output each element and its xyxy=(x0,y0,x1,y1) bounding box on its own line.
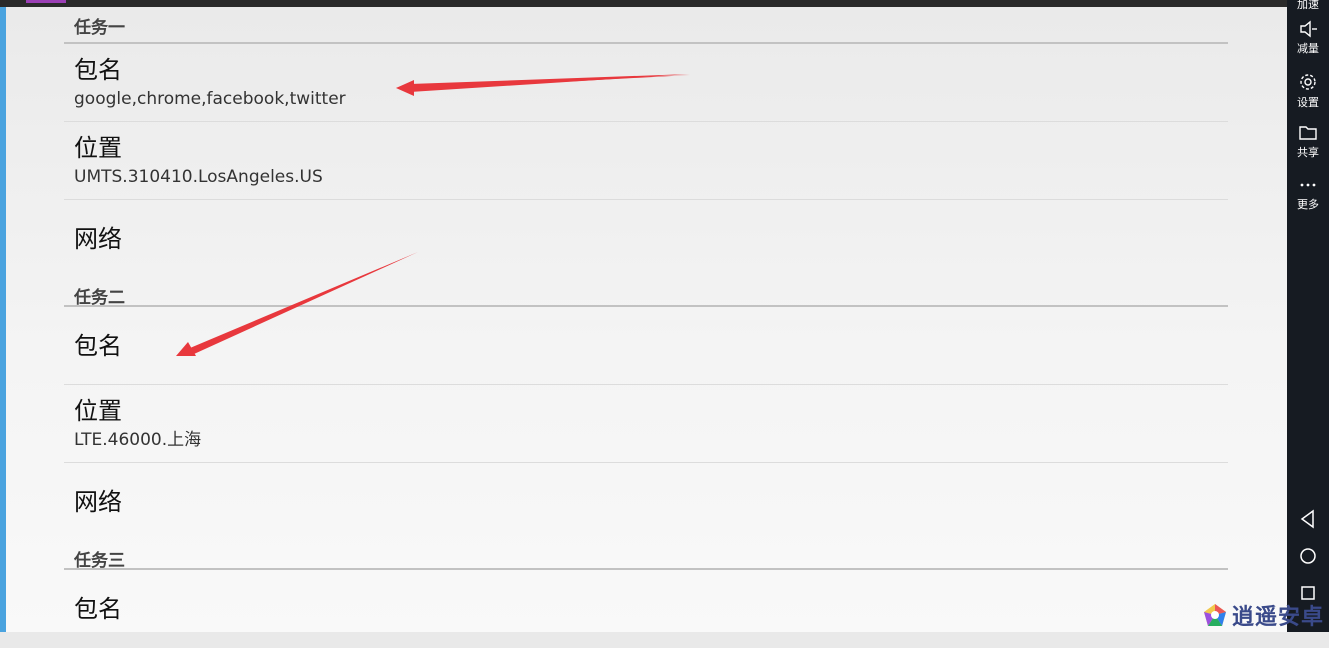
pref-title: 网络 xyxy=(74,225,122,253)
pref-row-package-name[interactable]: 包名 xyxy=(64,570,1228,648)
sidebar-item-volume-down[interactable]: 减量 xyxy=(1287,20,1329,56)
sidebar-item-speed[interactable]: 加速 xyxy=(1287,0,1329,12)
sidebar-item-settings[interactable]: 设置 xyxy=(1287,72,1329,110)
sidebar-item-more[interactable]: 更多 xyxy=(1287,176,1329,212)
home-icon[interactable] xyxy=(1297,545,1319,567)
more-icon xyxy=(1300,183,1316,187)
volume-down-icon xyxy=(1300,20,1317,38)
pref-row-network[interactable]: 网络 xyxy=(64,463,1228,541)
pref-title: 包名 xyxy=(74,595,122,623)
pref-row-package-name[interactable]: 包名 google,chrome,facebook,twitter xyxy=(64,44,1228,122)
folder-icon xyxy=(1299,126,1317,140)
pref-title: 包名 xyxy=(74,331,122,360)
emulator-sidebar: 加速 减量 设置 共享 更多 xyxy=(1287,0,1329,632)
section-header-task-1: 任务一 xyxy=(64,7,1228,44)
pref-row-location[interactable]: 位置 LTE.46000.上海 xyxy=(64,385,1228,463)
pref-row-network[interactable]: 网络 xyxy=(64,200,1228,278)
status-accent xyxy=(26,0,66,3)
pref-row-package-name[interactable]: 包名 xyxy=(64,307,1228,385)
sidebar-item-label: 加速 xyxy=(1297,0,1319,11)
pref-summary: LTE.46000.上海 xyxy=(74,430,202,450)
sidebar-item-label: 减量 xyxy=(1297,42,1319,55)
status-bar xyxy=(0,0,1287,7)
back-icon[interactable] xyxy=(1297,508,1319,530)
gear-icon xyxy=(1300,74,1316,90)
settings-screen: 任务一 包名 google,chrome,facebook,twitter 位置… xyxy=(6,7,1287,632)
pref-summary: UMTS.310410.LosAngeles.US xyxy=(74,167,323,187)
watermark: 逍遥安卓 xyxy=(1202,600,1324,630)
preference-list: 任务一 包名 google,chrome,facebook,twitter 位置… xyxy=(64,7,1228,648)
pref-title: 网络 xyxy=(74,488,122,516)
pref-title: 位置 xyxy=(74,397,122,425)
section-header-task-3: 任务三 xyxy=(64,541,1228,571)
watermark-text: 逍遥安卓 xyxy=(1232,605,1325,630)
sidebar-item-label: 设置 xyxy=(1297,96,1319,109)
sidebar-item-share[interactable]: 共享 xyxy=(1287,124,1329,160)
pref-summary: google,chrome,facebook,twitter xyxy=(74,89,346,109)
sidebar-item-label: 更多 xyxy=(1297,198,1319,211)
sidebar-item-label: 共享 xyxy=(1297,146,1319,159)
pref-row-location[interactable]: 位置 UMTS.310410.LosAngeles.US xyxy=(64,122,1228,200)
pref-title: 包名 xyxy=(74,56,122,84)
section-header-task-2: 任务二 xyxy=(64,278,1228,308)
watermark-logo-icon xyxy=(1204,604,1226,626)
pref-title: 位置 xyxy=(74,134,122,162)
